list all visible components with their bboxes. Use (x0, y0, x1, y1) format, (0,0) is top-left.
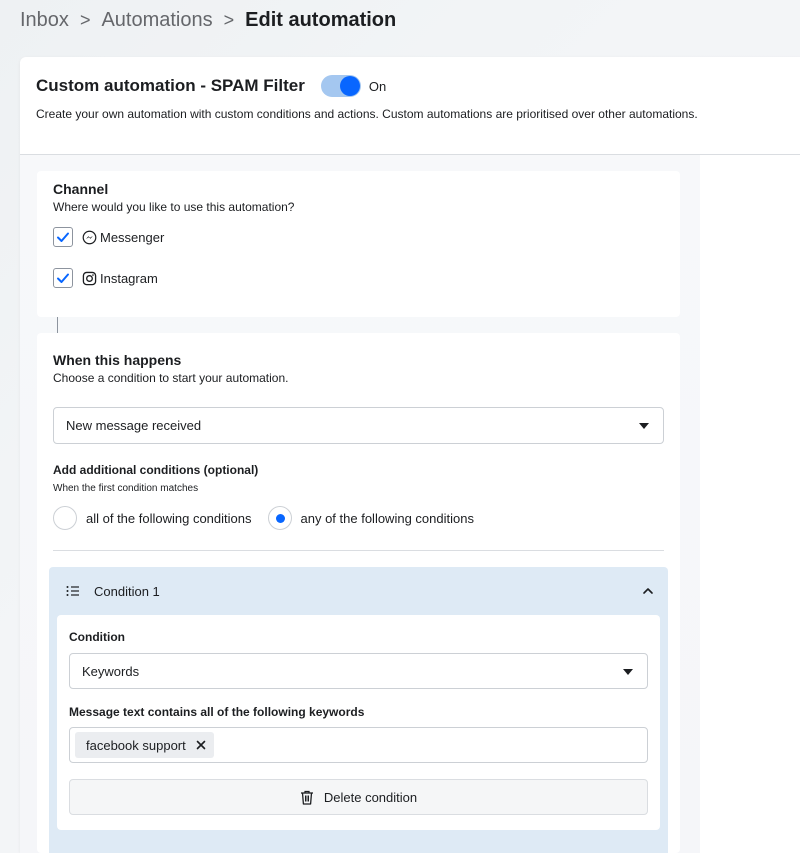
channel-description: Where would you like to use this automat… (53, 200, 295, 214)
chevron-up-icon[interactable] (642, 585, 654, 597)
checkmark-icon (57, 232, 69, 242)
additional-conditions-title: Add additional conditions (optional) (53, 463, 259, 477)
breadcrumb-separator: > (79, 10, 91, 30)
keyword-chip: facebook support (75, 732, 214, 758)
condition-body: Condition Keywords Message text contains… (57, 615, 660, 830)
channel-card: Channel Where would you like to use this… (37, 171, 680, 317)
trigger-description: Choose a condition to start your automat… (53, 371, 289, 385)
condition-panel: Condition 1 Condition Keywords Message t… (49, 567, 668, 853)
keywords-input[interactable]: facebook support (69, 727, 648, 763)
close-icon[interactable] (196, 740, 206, 750)
keyword-chip-label: facebook support (86, 737, 186, 753)
radio-all-conditions[interactable] (53, 506, 77, 530)
radio-any-conditions[interactable] (267, 506, 292, 530)
additional-conditions-desc: When the first condition matches (53, 483, 199, 494)
breadcrumb-inbox[interactable]: Inbox (20, 9, 69, 32)
messenger-checkbox[interactable] (53, 227, 73, 247)
caret-down-icon (639, 423, 649, 429)
messenger-icon (82, 230, 97, 244)
delete-condition-button[interactable]: Delete condition (69, 779, 648, 815)
trigger-title: When this happens (53, 352, 182, 368)
automation-toggle[interactable] (320, 75, 361, 97)
automation-header: Custom automation - SPAM Filter On (36, 75, 386, 97)
condition-label: Condition (69, 630, 125, 644)
breadcrumb-separator: > (223, 10, 235, 30)
channel-option-messenger[interactable]: Messenger (53, 227, 164, 247)
automation-card: Custom automation - SPAM Filter On Creat… (20, 57, 800, 853)
toggle-knob (339, 76, 360, 96)
instagram-label: Instagram (100, 270, 158, 286)
flow-connector (57, 317, 58, 333)
breadcrumb-current: Edit automation (245, 9, 397, 31)
messenger-label: Messenger (100, 229, 165, 245)
breadcrumb-automations[interactable]: Automations (101, 9, 212, 32)
list-icon (66, 586, 79, 596)
radio-any-label[interactable]: any of the following conditions (301, 511, 474, 526)
trash-icon (300, 790, 313, 805)
trigger-select-value: New message received (66, 418, 202, 433)
instagram-checkbox[interactable] (53, 268, 73, 288)
trigger-card: When this happens Choose a condition to … (37, 333, 680, 853)
radio-all-label[interactable]: all of the following conditions (86, 511, 252, 526)
channel-title: Channel (53, 181, 109, 197)
breadcrumb: Inbox > Automations > Edit automation (20, 9, 396, 32)
delete-condition-label: Delete condition (323, 789, 418, 805)
toggle-label: On (368, 78, 387, 94)
channel-option-instagram[interactable]: Instagram (53, 268, 158, 288)
keywords-label: Message text contains all of the followi… (69, 705, 365, 719)
condition-header[interactable]: Condition 1 (49, 567, 668, 615)
checkmark-icon (57, 273, 69, 283)
conditions-divider (53, 550, 664, 551)
match-mode-group: all of the following conditions any of t… (53, 506, 474, 530)
caret-down-icon (623, 669, 633, 675)
instagram-icon (82, 271, 97, 285)
condition-type-select[interactable]: Keywords (69, 653, 648, 689)
condition-name: Condition 1 (94, 583, 160, 599)
automation-description: Create your own automation with custom c… (36, 107, 698, 121)
trigger-select[interactable]: New message received (53, 407, 664, 444)
condition-type-value: Keywords (82, 663, 140, 679)
automation-title: Custom automation - SPAM Filter (36, 76, 305, 95)
